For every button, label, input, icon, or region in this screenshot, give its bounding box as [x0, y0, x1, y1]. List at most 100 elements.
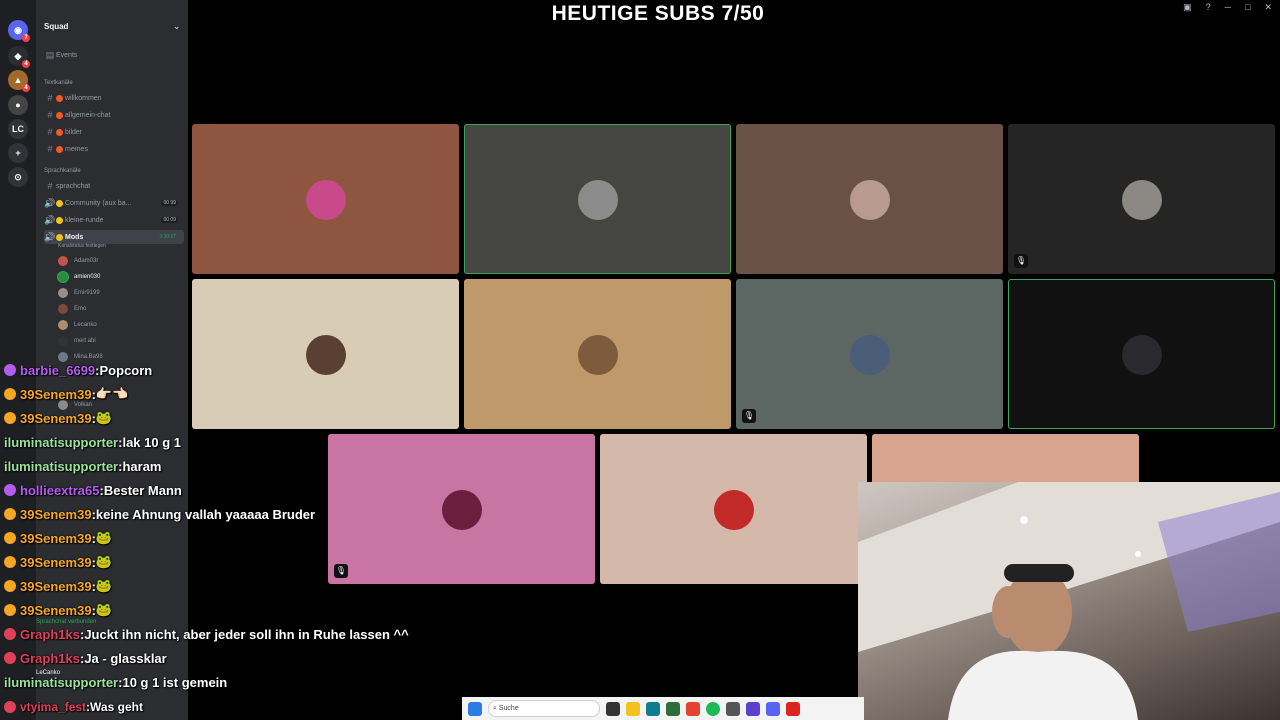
- server-lc[interactable]: LC: [8, 119, 28, 139]
- discover-icon[interactable]: ⊙: [8, 167, 28, 187]
- minimize-icon[interactable]: ─: [1225, 2, 1231, 13]
- video-tile[interactable]: 🎙: [464, 124, 731, 274]
- voice-channel-kleine-runde[interactable]: 🔊 kleine-runde 00 09: [44, 213, 184, 227]
- chat-message: 39Senem39 : 🐸: [4, 408, 112, 428]
- app-icon[interactable]: [746, 701, 760, 716]
- video-tile[interactable]: 🎙: [328, 434, 595, 584]
- avatar: [58, 336, 68, 346]
- video-tile[interactable]: 🎙: [736, 279, 1003, 429]
- voice-category[interactable]: Sprachkanäle: [44, 168, 81, 174]
- chat-text: 🐸: [95, 554, 113, 569]
- edge-icon[interactable]: [646, 701, 660, 716]
- voice-channel-community[interactable]: 🔊 Community (aux ba... 00 99: [44, 196, 184, 210]
- close-icon[interactable]: ✕: [1264, 2, 1272, 13]
- hash-icon: #: [47, 127, 53, 137]
- hash-icon: #: [47, 93, 53, 103]
- chat-username: barbie_6699: [20, 362, 96, 378]
- speaker-icon: 🔊: [44, 214, 56, 225]
- add-server-icon[interactable]: +: [8, 143, 28, 163]
- avatar: [58, 304, 68, 314]
- explorer-icon[interactable]: [626, 701, 640, 716]
- voice-member[interactable]: Emir9199: [58, 286, 100, 300]
- chrome-icon[interactable]: [686, 701, 700, 716]
- spotify-icon[interactable]: [706, 701, 720, 716]
- chat-message: iluminatisupporter : lak 10 g 1: [4, 432, 181, 452]
- chat-text: 10 g 1 ist gemein: [122, 674, 228, 690]
- server-icon[interactable]: ▲ 4: [8, 70, 30, 92]
- voice-channel-mods[interactable]: 🔊 Mods 2:30:27: [44, 230, 184, 244]
- chat-message: 39Senem39 : 🐸: [4, 528, 112, 548]
- help-icon[interactable]: ?: [1206, 2, 1211, 13]
- inbox-icon[interactable]: ▣: [1183, 2, 1192, 13]
- user-badge-icon: [4, 628, 16, 640]
- video-tile[interactable]: 🎙: [464, 279, 731, 429]
- app-icon[interactable]: [726, 701, 740, 716]
- channel-memes[interactable]: # memes: [44, 142, 184, 156]
- voice-channel-sprachchat[interactable]: # sprachchat: [44, 179, 184, 193]
- app-icon[interactable]: [666, 701, 680, 716]
- call-timer: 2:30:27: [159, 234, 176, 240]
- mute-icon: 🎙: [1014, 254, 1028, 268]
- events-label: Events: [56, 51, 78, 59]
- server-icon[interactable]: ◆ 4: [8, 46, 30, 68]
- channel-willkommen[interactable]: # willkommen: [44, 91, 184, 105]
- task-view-icon[interactable]: [606, 701, 620, 716]
- hash-icon: #: [47, 110, 53, 120]
- chat-text: Was geht: [90, 700, 143, 714]
- voice-member[interactable]: mert abi: [58, 334, 96, 348]
- windows-taskbar: ⌕ Suche: [462, 697, 864, 720]
- channel-label: willkommen: [65, 94, 102, 102]
- webcam-image: [858, 482, 1280, 720]
- video-tile[interactable]: 🎙: [1008, 279, 1275, 429]
- app-icon[interactable]: [786, 701, 800, 716]
- video-tile[interactable]: 🎙: [192, 279, 459, 429]
- text-category[interactable]: Textkanäle: [44, 80, 73, 86]
- video-tile[interactable]: 🎙: [192, 124, 459, 274]
- voice-member[interactable]: Emo: [58, 302, 86, 316]
- webcam-feed: [858, 482, 1280, 720]
- participant-avatar: [578, 180, 618, 220]
- voice-member[interactable]: Adam03r: [58, 254, 98, 268]
- user-badge-icon: [4, 388, 16, 400]
- channel-status[interactable]: Kanalstatus festlegen: [58, 243, 106, 249]
- user-count: 00 09: [161, 217, 178, 223]
- member-name: mert abi: [74, 338, 96, 344]
- member-name: Adam03r: [74, 258, 99, 264]
- video-tile[interactable]: 🎙: [736, 124, 1003, 274]
- discord-icon[interactable]: [766, 701, 780, 716]
- server-icon-squad[interactable]: ●: [8, 95, 28, 115]
- windows-start-icon[interactable]: [468, 701, 482, 716]
- taskbar-search[interactable]: ⌕ Suche: [488, 700, 600, 717]
- channel-bilder[interactable]: # bilder: [44, 125, 184, 139]
- chat-text: Bester Mann: [103, 482, 182, 498]
- chat-username: hollieextra65: [20, 482, 100, 498]
- video-tile[interactable]: 🎙: [600, 434, 867, 584]
- voice-member[interactable]: amien030: [58, 270, 100, 284]
- voice-member[interactable]: Lecanko: [58, 318, 97, 332]
- calendar-icon: ▤: [45, 49, 55, 60]
- channel-label: Community (aux ba...: [65, 199, 132, 207]
- participant-avatar: [714, 490, 754, 530]
- chat-message: 39Senem39 : 🐸: [4, 552, 112, 572]
- chat-username: 39Senem39: [20, 554, 92, 570]
- events-item[interactable]: ▤ Events: [44, 48, 184, 62]
- chat-username: 39Senem39: [20, 530, 92, 546]
- user-badge-icon: [4, 484, 16, 496]
- participant-avatar: [306, 335, 346, 375]
- chat-message: Graph1ks : Ja - glassklar: [4, 648, 167, 668]
- user-badge-icon: [4, 532, 16, 544]
- channel-allgemein-chat[interactable]: # allgemein-chat: [44, 108, 184, 122]
- participant-avatar: [850, 180, 890, 220]
- video-tile[interactable]: 🎙: [1008, 124, 1275, 274]
- chat-username: 39Senem39: [20, 602, 92, 618]
- channel-emoji-icon: [56, 111, 63, 119]
- chat-text: 🐸: [95, 602, 113, 617]
- maximize-icon[interactable]: □: [1245, 2, 1250, 13]
- member-name: Emo: [74, 306, 87, 312]
- chat-username: 39Senem39: [20, 386, 92, 402]
- chat-username: vtyima_fest: [20, 700, 87, 714]
- chat-username: Graph1ks: [20, 650, 80, 666]
- chat-text: 👉🏻👈🏻: [95, 386, 129, 401]
- chat-message: 39Senem39 : 🐸: [4, 600, 112, 620]
- member-name: Emir9199: [74, 290, 100, 296]
